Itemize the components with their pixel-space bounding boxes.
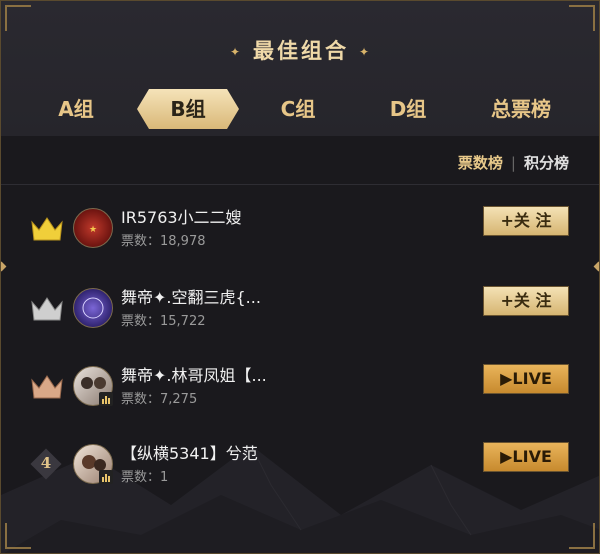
tab-b-group[interactable]: B组: [137, 89, 239, 129]
sparkle-icon: ✦: [359, 45, 373, 59]
follow-button[interactable]: +关 注: [483, 286, 569, 316]
ranking-row: 4 【纵横5341】兮范 票数：1 ▶LIVE: [1, 434, 599, 504]
streamer-name[interactable]: 【纵横5341】兮范: [121, 440, 258, 464]
panel-header: ✦ 最佳组合 ✦ A组 B组 C组 D组 总票榜: [1, 1, 599, 136]
crown-gold-icon: [31, 217, 63, 241]
streamer-name[interactable]: IR5763小二二嫂: [121, 204, 242, 228]
ranking-row: 舞帝✦.林哥凤姐【... 票数：7,275 ▶LIVE: [1, 356, 599, 426]
sort-by-votes[interactable]: 票数榜: [458, 154, 503, 172]
tab-d-group[interactable]: D组: [363, 89, 453, 129]
tab-a-group[interactable]: A组: [31, 89, 121, 129]
sort-separator: |: [510, 154, 516, 172]
tab-total-votes[interactable]: 总票榜: [471, 89, 571, 129]
best-combo-panel: ✦ 最佳组合 ✦ A组 B组 C组 D组 总票榜 票数榜 | 积分榜 ★ IR5…: [0, 0, 600, 554]
live-button[interactable]: ▶LIVE: [483, 364, 569, 394]
follow-button[interactable]: +关 注: [483, 206, 569, 236]
divider: [1, 184, 599, 185]
crown-silver-icon: [31, 297, 63, 321]
streamer-name[interactable]: 舞帝✦.空翻三虎{...: [121, 284, 261, 308]
sort-by-points[interactable]: 积分榜: [524, 154, 569, 172]
avatar[interactable]: ★: [73, 208, 113, 248]
panel-title-text: 最佳组合: [253, 39, 349, 63]
avatar[interactable]: [73, 288, 113, 328]
vote-count: 票数：18,978: [121, 234, 206, 249]
svg-text:★: ★: [89, 225, 97, 235]
ranking-content: 票数榜 | 积分榜 ★ IR5763小二二嫂 票数：18,978 +关 注 舞帝✦.…: [1, 136, 599, 553]
streamer-name[interactable]: 舞帝✦.林哥凤姐【...: [121, 362, 267, 386]
frame-corner: [5, 5, 31, 31]
vote-count: 票数：1: [121, 470, 169, 485]
tab-c-group[interactable]: C组: [253, 89, 343, 129]
frame-corner: [5, 523, 31, 549]
live-indicator-icon: [99, 470, 113, 484]
live-button[interactable]: ▶LIVE: [483, 442, 569, 472]
crown-bronze-icon: [31, 375, 63, 399]
frame-corner: [569, 523, 595, 549]
panel-title: ✦ 最佳组合 ✦: [1, 35, 599, 65]
frame-corner: [569, 5, 595, 31]
group-tabs: A组 B组 C组 D组 总票榜: [1, 89, 599, 129]
rank-badge-icon: 4: [29, 448, 65, 480]
sort-toggle: 票数榜 | 积分榜: [458, 152, 569, 173]
sparkle-icon: ✦: [229, 45, 243, 59]
vote-count: 票数：7,275: [121, 392, 198, 407]
live-indicator-icon: [99, 392, 113, 406]
ranking-row: 舞帝✦.空翻三虎{... 票数：15,722 +关 注: [1, 278, 599, 348]
vote-count: 票数：15,722: [121, 314, 206, 329]
rank-number: 4: [40, 454, 52, 472]
ranking-row: ★ IR5763小二二嫂 票数：18,978 +关 注: [1, 198, 599, 268]
